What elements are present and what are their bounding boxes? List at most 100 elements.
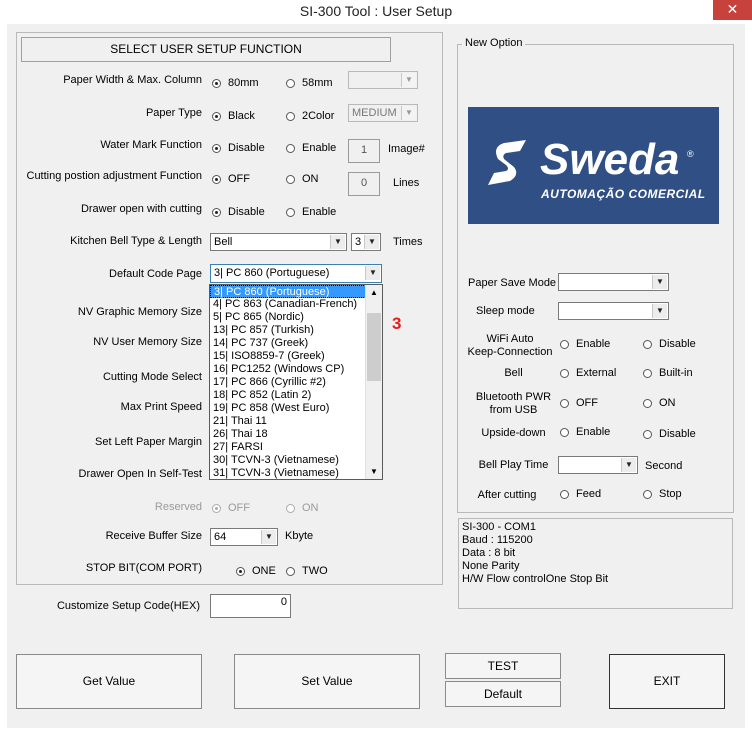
wifi-disable-radio[interactable]: Disable [643, 338, 696, 350]
reserved-on-radio: ON [286, 502, 319, 514]
window-title: SI-300 Tool : User Setup [299, 3, 453, 19]
watermark-label: Water Mark Function [100, 139, 202, 151]
bluetooth-on-radio[interactable]: ON [643, 397, 676, 409]
paper-save-label: Paper Save Mode [468, 277, 557, 289]
paper-type-label: Paper Type [145, 107, 202, 119]
stop-bit-one-radio[interactable]: ONE [236, 565, 276, 577]
upside-disable-radio[interactable]: Disable [643, 428, 696, 440]
drawer-cutting-enable-radio[interactable]: Enable [286, 206, 336, 218]
exit-button[interactable]: EXIT [609, 654, 725, 709]
test-button[interactable]: TEST [445, 653, 561, 679]
custom-code-input[interactable]: 0 [210, 594, 291, 618]
drawer-selftest-label: Drawer Open In Self-Test [78, 468, 203, 480]
code-page-combo[interactable]: 3| PC 860 (Portuguese) ▼ [210, 264, 382, 283]
scroll-thumb[interactable] [367, 313, 381, 381]
kitchen-bell-type-combo[interactable]: Bell ▼ [210, 233, 347, 251]
upside-enable-radio[interactable]: Enable [560, 426, 610, 438]
cutting-adjustment-off-radio[interactable]: OFF [212, 173, 250, 185]
reserved-off-radio: OFF [212, 502, 250, 514]
sleep-mode-combo[interactable]: ▼ [558, 302, 669, 320]
max-column-combo: ▼ [348, 71, 418, 89]
info-line: Baud : 115200 [462, 534, 533, 546]
code-page-option[interactable]: 31| TCVN-3 (Vietnamese) [210, 467, 366, 479]
nv-user-label: NV User Memory Size [93, 336, 202, 348]
close-button[interactable]: ✕ [713, 0, 752, 20]
receive-buffer-label: Receive Buffer Size [105, 530, 202, 542]
wifi-enable-radio[interactable]: Enable [560, 338, 610, 350]
info-line: H/W Flow controlOne Stop Bit [462, 573, 609, 585]
code-page-option[interactable]: 3| PC 860 (Portuguese) [210, 285, 366, 298]
code-page-option[interactable]: 5| PC 865 (Nordic) [210, 311, 366, 324]
paper-type-2color-radio[interactable]: 2Color [286, 110, 334, 122]
after-cutting-stop-radio[interactable]: Stop [643, 488, 682, 500]
bell-external-radio[interactable]: External [560, 367, 616, 379]
sleep-mode-label: Sleep mode [476, 305, 535, 317]
code-page-option[interactable]: 14| PC 737 (Greek) [210, 337, 366, 350]
paper-width-58mm-radio[interactable]: 58mm [286, 77, 333, 89]
code-page-label: Default Code Page [109, 268, 202, 280]
code-page-option[interactable]: 19| PC 858 (West Euro) [210, 402, 366, 415]
bluetooth-pwr-label: Bluetooth PWR from USB [475, 391, 552, 416]
reserved-label: Reserved [154, 501, 202, 513]
after-cutting-label: After cutting [477, 489, 537, 501]
chevron-down-icon: ▼ [330, 235, 345, 249]
chevron-down-icon: ▼ [261, 530, 276, 544]
connection-info: SI-300 - COM1 Baud : 115200 Data : 8 bit… [458, 518, 733, 609]
watermark-image-field: 1 [348, 139, 380, 163]
scroll-down-icon[interactable]: ▼ [366, 464, 382, 479]
info-line: SI-300 - COM1 [462, 521, 536, 533]
code-page-dropdown-list[interactable]: 3| PC 860 (Portuguese) 4| PC 863 (Canadia… [209, 284, 383, 480]
paper-type-black-radio[interactable]: Black [212, 110, 255, 122]
paper-density-combo: MEDIUM ▼ [348, 104, 418, 122]
paper-width-80mm-radio[interactable]: 80mm [212, 77, 259, 89]
code-page-option[interactable]: 15| ISO8859-7 (Greek) [210, 350, 366, 363]
cutting-lines-field: 0 [348, 172, 380, 196]
scroll-up-icon[interactable]: ▲ [366, 285, 382, 300]
code-page-option[interactable]: 26| Thai 18 [210, 428, 366, 441]
cutting-adjustment-on-radio[interactable]: ON [286, 173, 319, 185]
code-page-option[interactable]: 30| TCVN-3 (Vietnamese) [210, 454, 366, 467]
info-line: None Parity [462, 560, 520, 572]
chevron-down-icon: ▼ [621, 458, 636, 472]
custom-code-label: Customize Setup Code(HEX) [56, 600, 200, 612]
code-page-option[interactable]: 18| PC 852 (Latin 2) [210, 389, 366, 402]
bell-builtin-radio[interactable]: Built-in [643, 367, 693, 379]
code-page-option[interactable]: 16| PC1252 (Windows CP) [210, 363, 366, 376]
dropdown-scrollbar[interactable]: ▲ ▼ [365, 285, 382, 479]
drawer-cutting-disable-radio[interactable]: Disable [212, 206, 265, 218]
receive-buffer-combo[interactable]: 64 ▼ [210, 528, 278, 546]
watermark-disable-radio[interactable]: Disable [212, 142, 265, 154]
sweda-logo: Sweda ® AUTOMAÇÃO COMERCIAL [468, 107, 719, 224]
drawer-cutting-label: Drawer open with cutting [80, 203, 202, 215]
logo-tagline: AUTOMAÇÃO COMERCIAL [541, 187, 706, 201]
kitchen-bell-length-combo[interactable]: 3 ▼ [351, 233, 381, 251]
bell-label: Bell [504, 367, 523, 379]
after-cutting-feed-radio[interactable]: Feed [560, 488, 601, 500]
logo-registered: ® [687, 149, 694, 159]
stop-bit-two-radio[interactable]: TWO [286, 565, 328, 577]
code-page-option[interactable]: 17| PC 866 (Cyrillic #2) [210, 376, 366, 389]
annotation-number: 3 [392, 314, 402, 333]
chevron-down-icon: ▼ [652, 304, 667, 318]
nv-graphic-label: NV Graphic Memory Size [77, 306, 202, 318]
paper-save-combo[interactable]: ▼ [558, 273, 669, 291]
kitchen-bell-label: Kitchen Bell Type & Length [70, 235, 202, 247]
code-page-option[interactable]: 27| FARSI [210, 441, 366, 454]
bluetooth-off-radio[interactable]: OFF [560, 397, 598, 409]
get-value-button[interactable]: Get Value [16, 654, 202, 709]
paper-width-label: Paper Width & Max. Column [63, 74, 202, 86]
chevron-down-icon: ▼ [364, 235, 379, 249]
set-value-button[interactable]: Set Value [234, 654, 420, 709]
bell-time-combo[interactable]: ▼ [558, 456, 638, 474]
watermark-enable-radio[interactable]: Enable [286, 142, 336, 154]
chevron-down-icon: ▼ [365, 266, 380, 280]
bell-time-label: Bell Play Time [478, 459, 549, 471]
watermark-unit-label: Image# [388, 143, 425, 155]
code-page-option[interactable]: 21| Thai 11 [210, 415, 366, 428]
cutting-lines-unit: Lines [393, 177, 420, 189]
code-page-option[interactable]: 13| PC 857 (Turkish) [210, 324, 366, 337]
default-button[interactable]: Default [445, 681, 561, 707]
new-option-title: New Option [462, 37, 526, 49]
code-page-option[interactable]: 4| PC 863 (Canadian-French) [210, 298, 366, 311]
receive-buffer-unit: Kbyte [285, 530, 314, 542]
